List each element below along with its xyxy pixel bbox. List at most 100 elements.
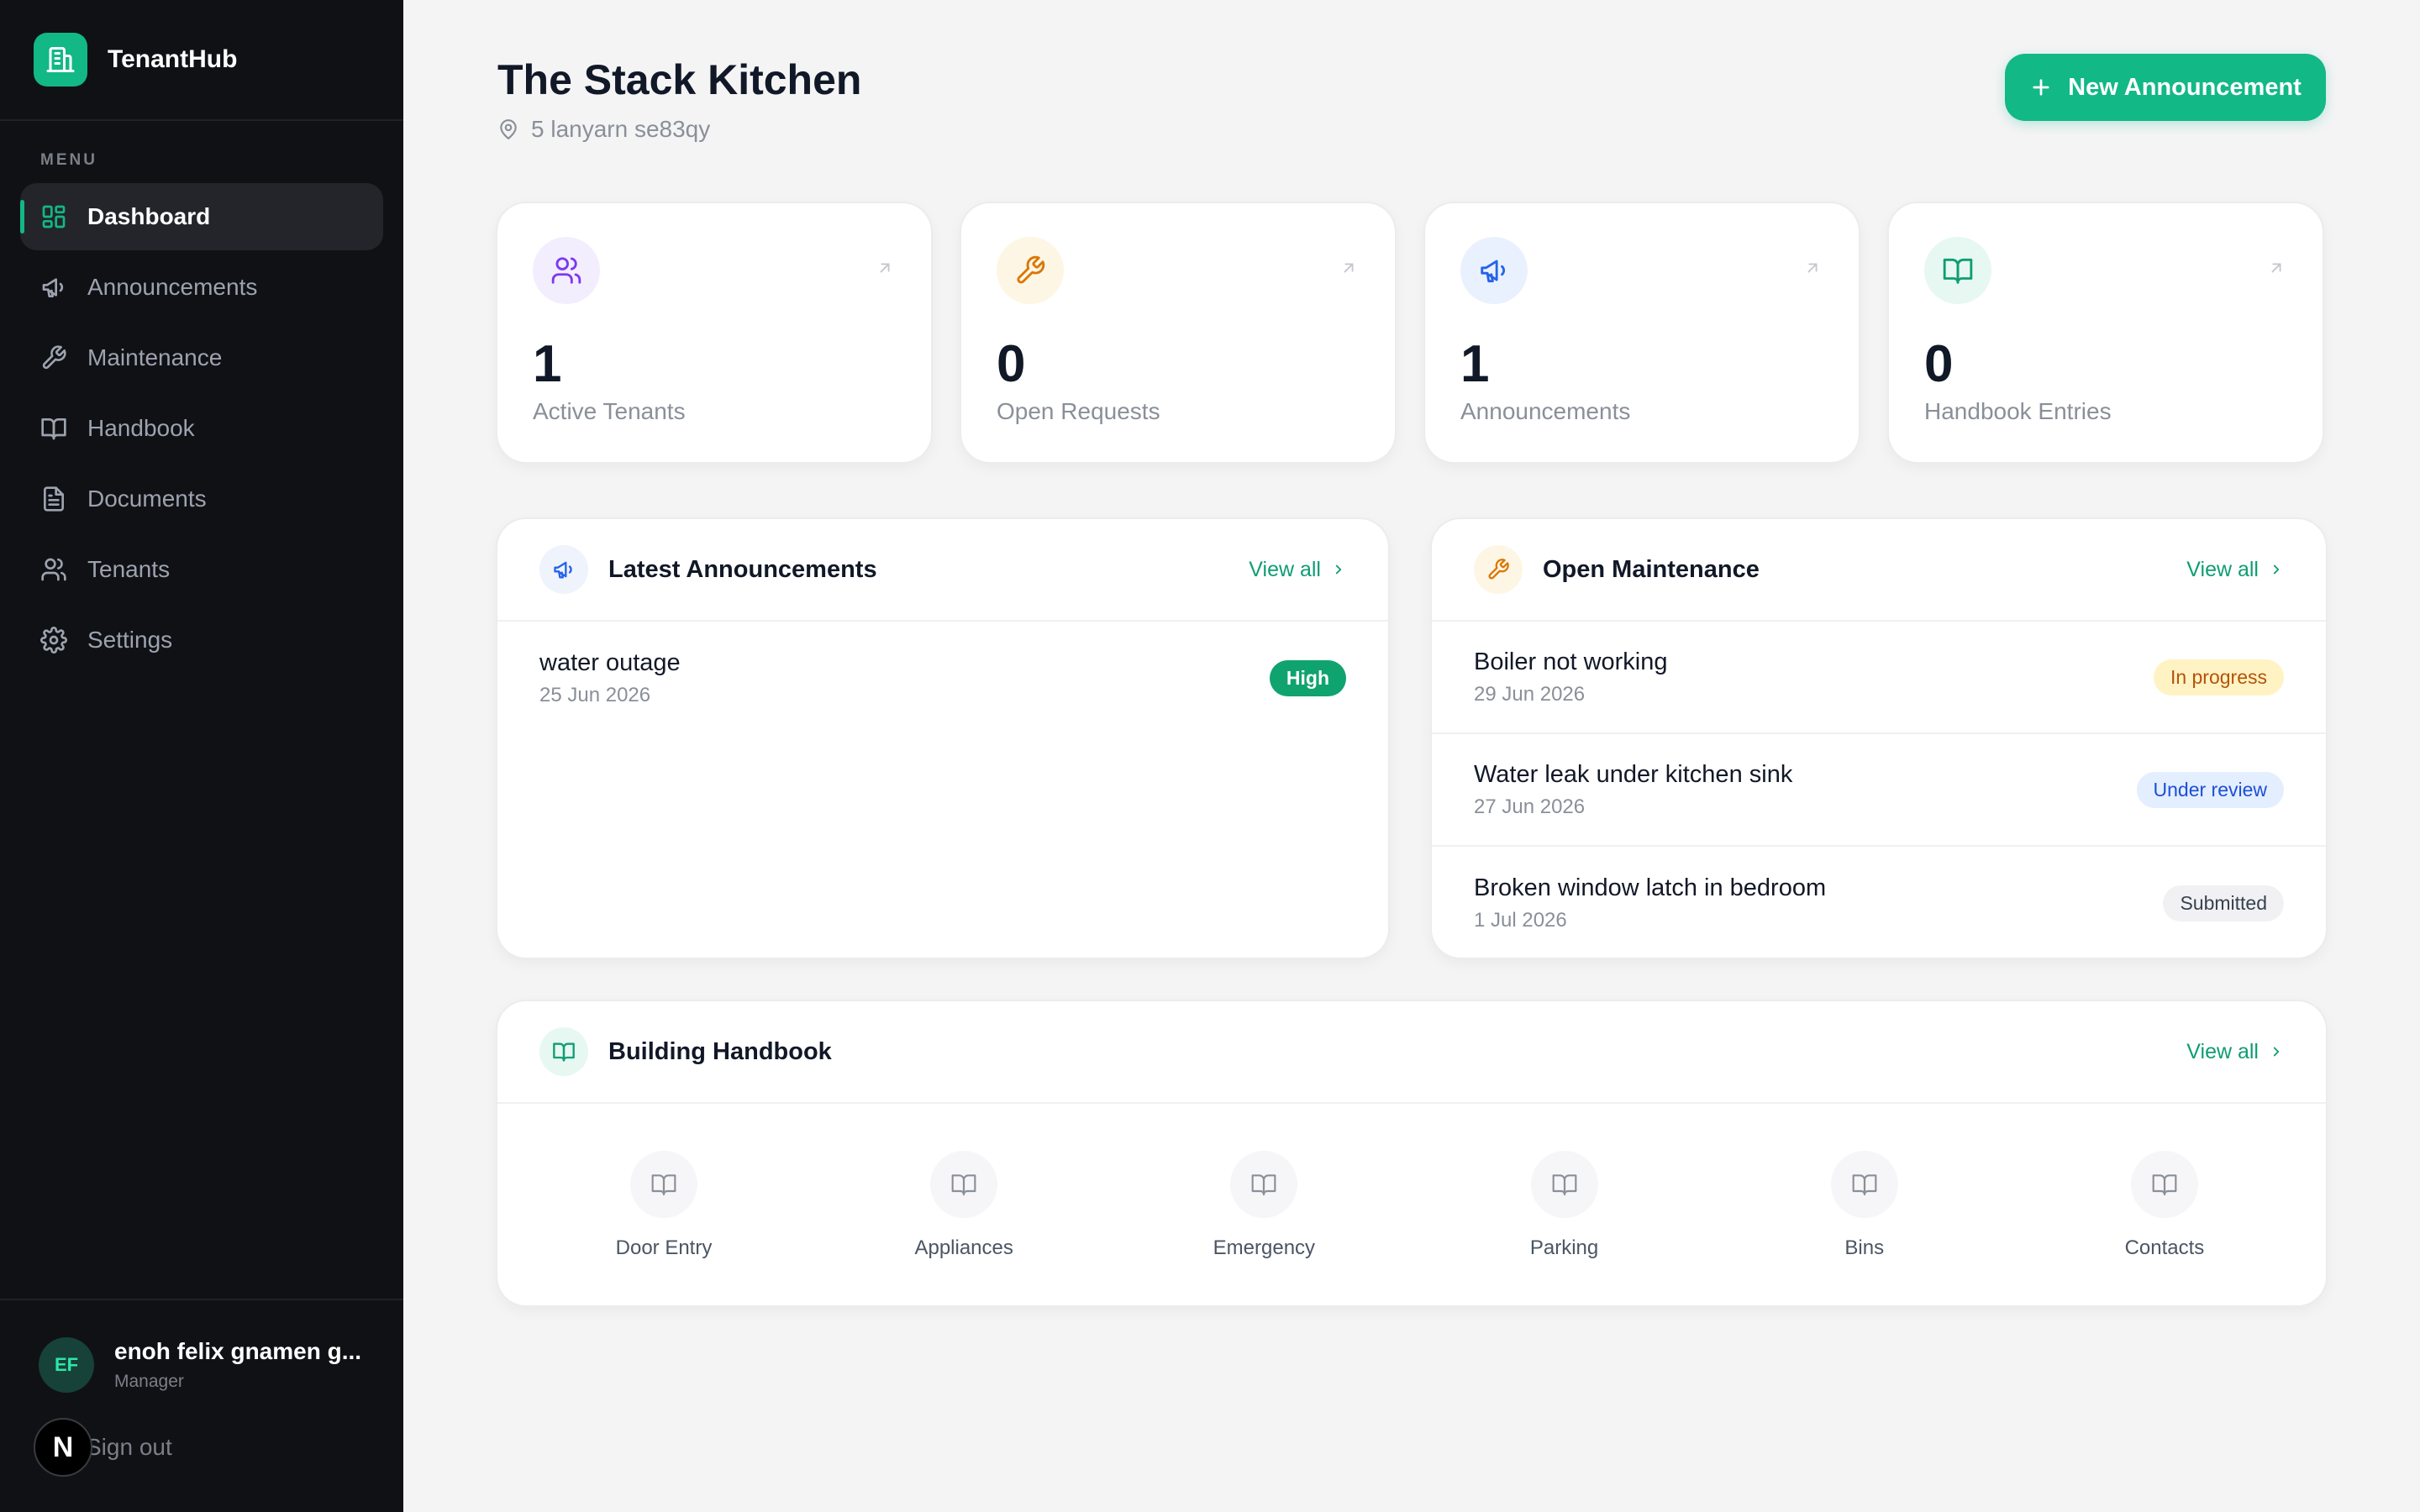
handbook-item-door-entry[interactable]: Door Entry bbox=[597, 1151, 731, 1260]
sidebar-item-label: Dashboard bbox=[87, 203, 211, 229]
handbook-item-bins[interactable]: Bins bbox=[1797, 1151, 1932, 1260]
panel-header: Open Maintenance View all bbox=[1432, 519, 2326, 622]
panel-header: Building Handbook View all bbox=[497, 1001, 2326, 1104]
view-all-label: View all bbox=[2186, 1039, 2259, 1063]
announcement-date: 25 Jun 2026 bbox=[539, 683, 651, 706]
chevron-right-icon bbox=[2273, 564, 2280, 575]
maintenance-row[interactable]: Water leak under kitchen sink 27 Jun 202… bbox=[1432, 734, 2326, 847]
dashboard-icon bbox=[42, 205, 66, 228]
sidebar-item-label: Announcements bbox=[87, 274, 258, 300]
arrow-up-right-icon bbox=[880, 263, 890, 273]
stat-label: Active Tenants bbox=[533, 398, 686, 424]
chevron-right-icon bbox=[1335, 564, 1342, 575]
sidebar-item-handbook[interactable]: Handbook bbox=[20, 395, 383, 462]
stat-card-handbook-entries[interactable]: 0 Handbook Entries bbox=[1889, 203, 2323, 462]
stat-value: 1 bbox=[1460, 335, 1490, 393]
maintenance-title: Broken window latch in bedroom bbox=[1474, 874, 1827, 901]
view-all-announcements-link[interactable]: View all bbox=[1249, 558, 1346, 582]
view-all-maintenance-link[interactable]: View all bbox=[2186, 558, 2284, 582]
chevron-right-icon bbox=[2273, 1047, 2280, 1057]
stat-value: 1 bbox=[533, 335, 562, 393]
view-all-handbook-link[interactable]: View all bbox=[2186, 1040, 2284, 1064]
maintenance-date: 1 Jul 2026 bbox=[1474, 908, 1567, 932]
megaphone-icon bbox=[1460, 237, 1528, 304]
megaphone-icon bbox=[42, 278, 64, 297]
user-profile[interactable]: EF enoh felix gnamen g... Manager bbox=[39, 1337, 403, 1393]
view-all-label: View all bbox=[1249, 557, 1321, 581]
sidebar: TenantHub MENU Dashboard Announcements M… bbox=[0, 0, 403, 1512]
sidebar-item-tenants[interactable]: Tenants bbox=[20, 536, 383, 603]
status-badge: Under review bbox=[2136, 771, 2284, 808]
stat-label: Open Requests bbox=[997, 398, 1160, 424]
arrow-up-right-icon bbox=[2271, 263, 2281, 273]
sidebar-nav: Dashboard Announcements Maintenance Hand… bbox=[0, 183, 403, 674]
sidebar-item-settings[interactable]: Settings bbox=[20, 606, 383, 674]
handbook-item-label: Contacts bbox=[2124, 1236, 2205, 1259]
handbook-item-label: Emergency bbox=[1213, 1236, 1316, 1259]
panel-title: Latest Announcements bbox=[608, 555, 877, 583]
stat-card-announcements[interactable]: 1 Announcements bbox=[1425, 203, 1859, 462]
new-announcement-button[interactable]: New Announcement bbox=[2005, 54, 2326, 121]
handbook-item-label: Bins bbox=[1844, 1236, 1885, 1259]
page-title: The Stack Kitchen bbox=[497, 56, 862, 103]
wrench-icon bbox=[42, 345, 66, 370]
sidebar-item-documents[interactable]: Documents bbox=[20, 465, 383, 533]
book-icon bbox=[41, 418, 66, 440]
dev-tools-badge[interactable]: N bbox=[34, 1418, 92, 1477]
building-icon bbox=[34, 33, 87, 87]
avatar: EF bbox=[39, 1337, 94, 1393]
arrow-up-right-icon bbox=[1807, 263, 1818, 273]
maintenance-date: 29 Jun 2026 bbox=[1474, 682, 1586, 706]
sidebar-item-dashboard[interactable]: Dashboard bbox=[20, 183, 383, 250]
sidebar-item-announcements[interactable]: Announcements bbox=[20, 254, 383, 321]
panel-title: Building Handbook bbox=[608, 1037, 832, 1065]
main-content: The Stack Kitchen 5 lanyarn se83qy New A… bbox=[403, 0, 2420, 1512]
handbook-item-emergency[interactable]: Emergency bbox=[1197, 1151, 1331, 1260]
map-pin-icon bbox=[500, 119, 517, 139]
building-handbook-panel: Building Handbook View all Door Entry Ap… bbox=[497, 1001, 2326, 1305]
document-icon bbox=[44, 486, 64, 512]
sidebar-item-label: Settings bbox=[87, 627, 173, 653]
book-icon bbox=[2130, 1151, 2198, 1218]
gear-icon bbox=[40, 627, 67, 654]
maintenance-title: Boiler not working bbox=[1474, 648, 1668, 675]
sidebar-item-label: Tenants bbox=[87, 556, 171, 582]
open-maintenance-panel: Open Maintenance View all Boiler not wor… bbox=[1432, 519, 2326, 958]
stat-value: 0 bbox=[1924, 335, 1954, 393]
arrow-up-right-icon bbox=[1344, 263, 1354, 273]
user-role: Manager bbox=[114, 1372, 184, 1391]
handbook-item-label: Appliances bbox=[914, 1236, 1013, 1259]
announcement-row[interactable]: water outage 25 Jun 2026 High bbox=[497, 622, 1388, 734]
stat-label: Handbook Entries bbox=[1924, 398, 2112, 424]
wrench-icon bbox=[997, 237, 1064, 304]
stat-value: 0 bbox=[997, 335, 1026, 393]
sign-out-button[interactable]: Sign out bbox=[86, 1434, 172, 1461]
maintenance-row[interactable]: Broken window latch in bedroom 1 Jul 202… bbox=[1432, 847, 2326, 959]
user-name: enoh felix gnamen g... bbox=[114, 1338, 362, 1364]
property-address: 5 lanyarn se83qy bbox=[497, 116, 710, 143]
maintenance-row[interactable]: Boiler not working 29 Jun 2026 In progre… bbox=[1432, 622, 2326, 734]
priority-badge: High bbox=[1269, 659, 1346, 696]
plus-icon bbox=[2033, 79, 2049, 96]
sidebar-item-label: Handbook bbox=[87, 415, 195, 441]
stat-card-open-requests[interactable]: 0 Open Requests bbox=[961, 203, 1395, 462]
book-icon bbox=[1924, 237, 1991, 304]
sidebar-item-label: Maintenance bbox=[87, 344, 223, 370]
status-badge: Submitted bbox=[2163, 885, 2284, 921]
users-icon bbox=[533, 237, 600, 304]
handbook-item-parking[interactable]: Parking bbox=[1497, 1151, 1632, 1260]
handbook-item-label: Door Entry bbox=[615, 1236, 713, 1259]
book-icon bbox=[630, 1151, 697, 1218]
stat-card-active-tenants[interactable]: 1 Active Tenants bbox=[497, 203, 931, 462]
sidebar-item-maintenance[interactable]: Maintenance bbox=[20, 324, 383, 391]
wrench-icon bbox=[1474, 545, 1523, 594]
sidebar-item-label: Documents bbox=[87, 486, 207, 512]
user-area: EF enoh felix gnamen g... Manager N Sign… bbox=[0, 1299, 403, 1512]
brand[interactable]: TenantHub bbox=[0, 0, 403, 121]
handbook-item-appliances[interactable]: Appliances bbox=[897, 1151, 1031, 1260]
book-icon bbox=[1830, 1151, 1898, 1218]
announcement-title: water outage bbox=[539, 648, 681, 676]
panel-title: Open Maintenance bbox=[1543, 555, 1760, 583]
handbook-item-contacts[interactable]: Contacts bbox=[2097, 1151, 2232, 1260]
new-announcement-label: New Announcement bbox=[2068, 73, 2302, 101]
